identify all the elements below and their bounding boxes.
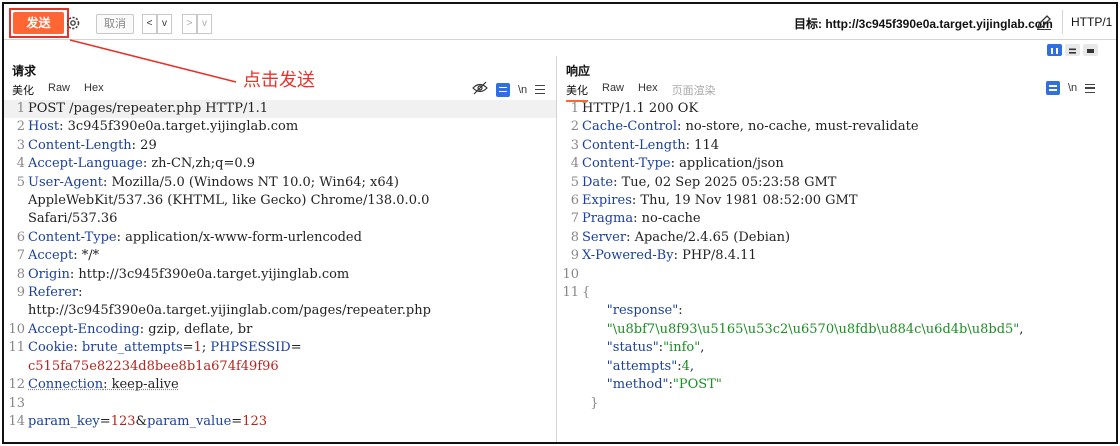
pretty-print-icon[interactable] [1046,81,1060,95]
menu-icon[interactable] [1085,83,1096,93]
response-json-line: "\u8bf7\u8f93\u5165\u53c2\u6570\u8fdb\u8… [606,321,1024,337]
history-forward-button[interactable]: > [182,14,197,34]
response-tab-raw[interactable]: Raw [602,82,624,102]
newline-toggle-icon[interactable]: \n [1068,82,1077,94]
response-editor[interactable]: 1 HTTP/1.1 200 OK 2 Cache-Control: no-stor… [558,100,1116,440]
response-line: 11{ [562,285,591,301]
request-line: 14 param_key=123&param_value=123 [8,413,268,429]
response-line: 10 [562,266,579,282]
pretty-print-icon[interactable] [496,82,510,97]
response-line: 3 Content-Length: 114 [570,137,719,153]
annotation-text: 点击发送 [243,70,315,91]
response-json-line: "status":"info", [606,340,705,356]
request-line: 5 User-Agent: Mozilla/5.0 (Windows NT 10.… [16,174,399,190]
single-pane-icon[interactable] [1083,44,1098,56]
response-line: 5 Date: Tue, 02 Sep 2025 05:23:58 GMT [570,174,837,190]
request-line: 3 Content-Length: 29 [16,137,157,153]
request-line: c515fa75e82234d8bee8b1a674f49f96 [28,358,279,374]
response-tabs: 美化 Raw Hex 页面渲染 [566,82,716,102]
response-tab-hex[interactable]: Hex [638,82,658,102]
pencil-icon[interactable] [1034,12,1054,32]
response-line: 8 Server: Apache/2.4.65 (Debian) [570,229,791,245]
response-editor-icons: \n [1046,81,1096,95]
send-button[interactable]: 发送 [13,12,64,34]
split-vertical-icon[interactable] [1065,44,1080,56]
response-line: 6 Expires: Thu, 19 Nov 1981 08:52:00 GMT [570,193,858,209]
toolbar: 发送 取消 < v > v 目标: http://3c945f390e0a.ta… [4,4,1116,40]
target-label: 目标: http://3c945f390e0a.target.yijinglab… [794,17,1053,31]
request-tab-raw[interactable]: Raw [48,82,70,102]
request-line: http://3c945f390e0a.target.yijinglab.com… [28,303,431,319]
request-line: 1 POST /pages/repeater.php HTTP/1.1 [4,100,556,119]
gear-icon[interactable] [64,14,82,32]
cancel-button[interactable]: 取消 [96,14,134,34]
response-json-line: "response": [606,303,683,319]
request-editor[interactable]: 1 POST /pages/repeater.php HTTP/1.1 2 Host… [4,100,556,440]
request-line: 2 Host: 3c945f390e0a.target.yijinglab.com [16,119,299,135]
request-pane: 请求 美化 Raw Hex \n 1 POST /pages/repeater.p… [4,56,557,442]
request-line: 11 Cookie: brute_attempts=1; PHPSESSID= [8,340,302,356]
request-line: Safari/537.36 [28,211,118,227]
repeater-window: 发送 取消 < v > v 目标: http://3c945f390e0a.ta… [2,2,1118,444]
split-horizontal-icon[interactable] [1047,44,1062,56]
request-tabs: 美化 Raw Hex [12,82,104,102]
response-title: 响应 [566,64,591,78]
response-line: 4 Content-Type: application/json [570,156,784,172]
http-version-selector[interactable]: HTTP/1 [1062,10,1116,34]
request-line: 10 Accept-Encoding: gzip, deflate, br [8,321,253,337]
response-line: 7 Pragma: no-cache [570,211,701,227]
request-line: 8 Origin: http://3c945f390e0a.target.yiji… [16,266,350,282]
history-back-group: < v [142,14,172,34]
request-line: 9 Referer: [16,285,83,301]
response-json-line: "method":"POST" [606,377,722,393]
newline-toggle-icon[interactable]: \n [518,84,527,96]
request-line: 4 Accept-Language: zh-CN,zh;q=0.9 [16,156,256,172]
request-line: AppleWebKit/537.36 (KHTML, like Gecko) C… [28,193,430,209]
response-tab-render[interactable]: 页面渲染 [672,82,716,102]
request-editor-icons: \n [472,81,546,98]
response-pane: 响应 美化 Raw Hex 页面渲染 \n 1 HTTP/1.1 200 OK 2… [558,56,1116,442]
history-back-button[interactable]: < [142,14,157,34]
request-tab-hex[interactable]: Hex [84,82,104,102]
request-line: 12 Connection: keep-alive [8,377,179,393]
eye-slash-icon[interactable] [472,81,488,98]
response-line: 1 HTTP/1.1 200 OK [570,101,699,116]
request-title: 请求 [12,64,37,78]
request-line: 7 Accept: */* [16,248,100,264]
history-back-menu-button[interactable]: v [157,14,172,34]
response-json-line: } [590,395,599,411]
response-tab-pretty[interactable]: 美化 [566,82,588,102]
layout-toggle [1047,44,1098,56]
response-json-line: "attempts":4, [606,358,695,374]
history-forward-menu-button[interactable]: v [197,14,212,34]
request-tab-pretty[interactable]: 美化 [12,82,34,102]
history-forward-group: > v [182,14,212,34]
request-line: 6 Content-Type: application/x-www-form-ur… [16,229,362,245]
response-line: 2 Cache-Control: no-store, no-cache, must… [570,119,919,135]
request-line: 13 [8,395,25,411]
menu-icon[interactable] [535,85,546,94]
response-line: 9 X-Powered-By: PHP/8.4.11 [570,248,757,264]
